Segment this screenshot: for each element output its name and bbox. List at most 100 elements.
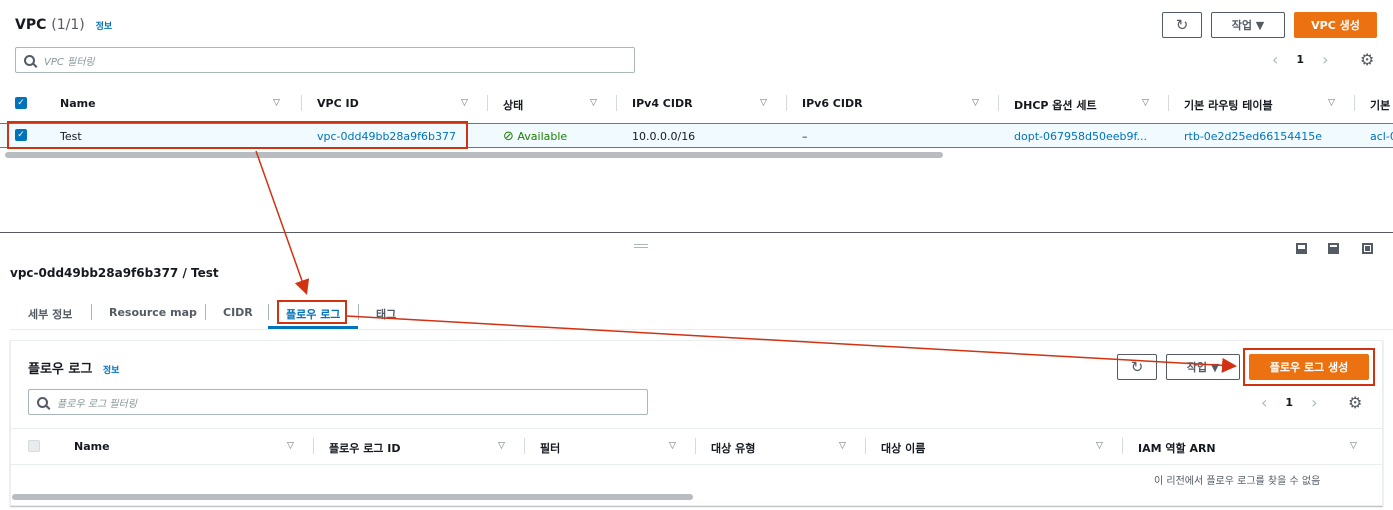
vpc-pagination: ‹ 1 › (1272, 50, 1328, 69)
column-header-dhcp[interactable]: DHCP 옵션 세트 (1014, 97, 1097, 113)
tab-tags[interactable]: 태그 (376, 306, 396, 322)
column-separator (865, 438, 866, 454)
flow-logs-pagination: ‹ 1 › (1261, 393, 1317, 412)
vpc-info-link[interactable]: 정보 (96, 22, 113, 32)
ipv6-cell: – (802, 130, 808, 143)
column-header-flow-log-id[interactable]: 플로우 로그 ID (329, 440, 400, 456)
highlight-box (1243, 348, 1375, 386)
select-all-checkbox[interactable]: ✓ (15, 97, 27, 109)
tab-bar-border (10, 329, 1393, 330)
panel-bottom-icon[interactable] (1296, 243, 1307, 254)
vpc-search-input[interactable]: VPC 필터링 (15, 47, 635, 73)
tab-cidr[interactable]: CIDR (223, 306, 253, 319)
sort-icon[interactable]: ▽ (287, 441, 294, 451)
sort-icon[interactable]: ▽ (461, 98, 468, 108)
search-icon (37, 396, 48, 408)
tab-separator (205, 304, 206, 320)
sort-icon[interactable]: ▽ (273, 98, 280, 108)
chevron-left-icon[interactable]: ‹ (1261, 393, 1267, 412)
search-icon (24, 54, 35, 66)
tab-separator (358, 304, 359, 320)
column-header-iam-role-arn[interactable]: IAM 역할 ARN (1138, 440, 1216, 456)
header-border (10, 428, 1383, 429)
sort-icon[interactable]: ▽ (498, 441, 505, 451)
sort-icon[interactable]: ▽ (839, 441, 846, 451)
column-header-ipv6[interactable]: IPv6 CIDR (802, 97, 863, 110)
column-header-name[interactable]: Name (60, 97, 96, 110)
panel-side-icon[interactable] (1328, 243, 1339, 254)
panel-full-icon[interactable] (1362, 243, 1373, 254)
acl-link[interactable]: acl-0 (1370, 130, 1393, 143)
sort-icon[interactable]: ▽ (590, 98, 597, 108)
vpc-actions-button[interactable]: 작업 ▼ (1211, 12, 1285, 38)
column-separator (1122, 438, 1123, 454)
sort-icon[interactable]: ▽ (972, 98, 979, 108)
column-header-route-table[interactable]: 기본 라우팅 테이블 (1184, 97, 1273, 113)
flow-logs-search-placeholder: 플로우 로그 필터링 (57, 398, 137, 410)
column-separator (616, 95, 617, 111)
refresh-icon: ↻ (1175, 16, 1189, 34)
route-table-link[interactable]: rtb-0e2d25ed66154415e (1184, 130, 1322, 143)
vpc-page-number[interactable]: 1 (1296, 53, 1304, 66)
status-badge: ⊘ Available (503, 129, 568, 144)
column-header-acl[interactable]: 기본 (1370, 97, 1390, 113)
dhcp-link[interactable]: dopt-067958d50eeb9f... (1014, 130, 1147, 143)
sort-icon[interactable]: ▽ (760, 98, 767, 108)
column-header-ipv4[interactable]: IPv4 CIDR (632, 97, 693, 110)
refresh-button[interactable]: ↻ (1162, 12, 1202, 38)
create-vpc-button[interactable]: VPC 생성 (1294, 12, 1377, 38)
chevron-right-icon[interactable]: › (1311, 393, 1317, 412)
vpc-search-placeholder: VPC 필터링 (44, 56, 95, 68)
flow-logs-page-number[interactable]: 1 (1285, 396, 1293, 409)
horizontal-scrollbar[interactable] (5, 152, 943, 158)
column-separator (301, 95, 302, 111)
column-header-target-type[interactable]: 대상 유형 (711, 440, 755, 456)
split-panel-divider (0, 232, 1393, 233)
drag-handle-icon[interactable] (634, 244, 648, 248)
column-separator (524, 438, 525, 454)
tab-separator (268, 304, 269, 320)
horizontal-scrollbar[interactable] (12, 494, 693, 500)
flow-logs-search-input[interactable]: 플로우 로그 필터링 (28, 389, 648, 415)
column-header-status[interactable]: 상태 (503, 97, 523, 113)
sort-icon[interactable]: ▽ (1096, 441, 1103, 451)
flow-logs-refresh-button[interactable]: ↻ (1117, 354, 1157, 380)
detail-heading: vpc-0dd49bb28a9f6b377 / Test (10, 266, 219, 280)
sort-icon[interactable]: ▽ (1142, 98, 1149, 108)
column-header-target-name[interactable]: 대상 이름 (881, 440, 925, 456)
column-separator (695, 438, 696, 454)
tab-separator (91, 304, 92, 320)
flow-logs-actions-button[interactable]: 작업 ▼ (1166, 354, 1240, 380)
column-separator (313, 438, 314, 454)
column-separator (786, 95, 787, 111)
flow-logs-title: 플로우 로그 정보 (28, 362, 120, 377)
column-header-filter[interactable]: 필터 (540, 440, 560, 456)
ipv4-cell: 10.0.0.0/16 (632, 130, 696, 143)
flow-logs-info-link[interactable]: 정보 (103, 366, 120, 376)
empty-state-message: 이 리전에서 플로우 로그를 찾을 수 없음 (1154, 476, 1321, 487)
column-header-name[interactable]: Name (74, 440, 110, 453)
column-separator (998, 95, 999, 111)
tab-resource-map[interactable]: Resource map (109, 306, 197, 319)
header-border (10, 464, 1383, 465)
column-separator (1354, 95, 1355, 111)
check-circle-icon: ⊘ (503, 129, 514, 144)
sort-icon[interactable]: ▽ (669, 441, 676, 451)
vpc-list-title: VPC (1/1) 정보 (15, 17, 113, 33)
highlight-box (277, 300, 347, 324)
select-all-checkbox (28, 440, 40, 452)
chevron-left-icon[interactable]: ‹ (1272, 50, 1278, 69)
refresh-icon: ↻ (1130, 358, 1144, 376)
arrow-to-flow-logs-tab (255, 150, 310, 295)
highlight-box (7, 121, 468, 149)
tab-details[interactable]: 세부 정보 (28, 306, 72, 322)
vpc-count: (1/1) (51, 17, 85, 33)
column-separator (487, 95, 488, 111)
sort-icon[interactable]: ▽ (1350, 441, 1357, 451)
column-header-vpc-id[interactable]: VPC ID (317, 97, 359, 110)
column-separator (1168, 95, 1169, 111)
gear-icon[interactable]: ⚙ (1348, 393, 1362, 412)
chevron-right-icon[interactable]: › (1322, 50, 1328, 69)
gear-icon[interactable]: ⚙ (1360, 50, 1374, 69)
sort-icon[interactable]: ▽ (1328, 98, 1335, 108)
